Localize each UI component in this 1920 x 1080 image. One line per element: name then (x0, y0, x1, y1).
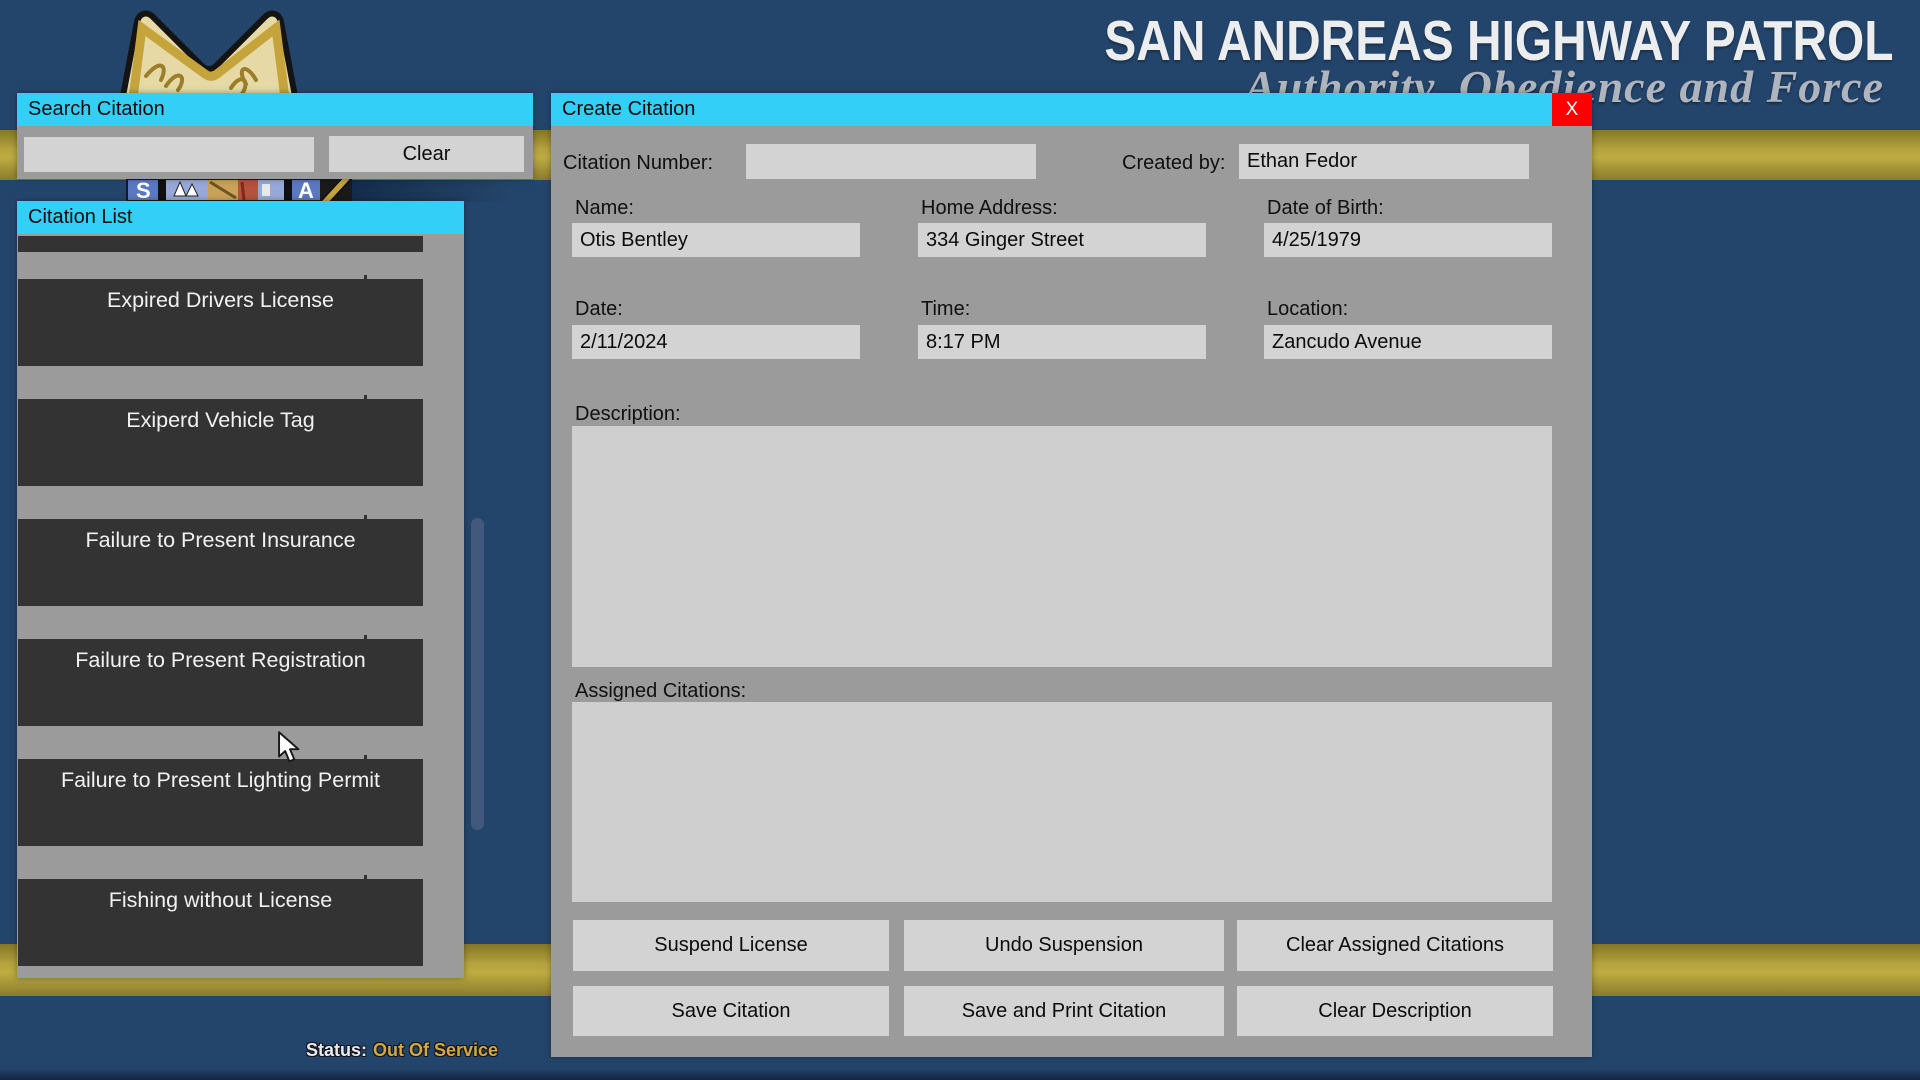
date-input[interactable] (572, 325, 860, 359)
citation-list-scrollbar-thumb[interactable] (471, 518, 484, 830)
desktop-background: SAN ANDREAS HIGHWAY PATROL Authority, Ob… (0, 0, 1920, 1080)
panel-gap-shadow (352, 180, 534, 202)
list-item[interactable]: Fishing without License (18, 879, 423, 966)
location-input[interactable] (1264, 325, 1552, 359)
created-by-label: Created by: (1122, 152, 1225, 175)
description-label: Description: (575, 403, 681, 426)
suspend-license-button[interactable]: Suspend License (573, 920, 889, 971)
svg-text:A: A (298, 178, 314, 203)
name-label: Name: (575, 197, 634, 220)
search-citation-panel-title: Search Citation (17, 93, 533, 126)
citation-number-input[interactable] (746, 144, 1036, 179)
date-of-birth-label: Date of Birth: (1267, 197, 1384, 220)
name-input[interactable] (572, 223, 860, 257)
search-citation-panel: Search Citation Clear (17, 93, 533, 179)
clear-search-button[interactable]: Clear (329, 136, 524, 172)
assigned-citations-listbox[interactable] (572, 702, 1552, 902)
citation-number-label: Citation Number: (563, 152, 713, 175)
assigned-citations-label: Assigned Citations: (575, 680, 746, 703)
mouse-cursor (276, 731, 304, 770)
status-label: Status: (306, 1040, 367, 1060)
list-item[interactable]: Failure to Present Insurance (18, 519, 423, 606)
home-address-input[interactable] (918, 223, 1206, 257)
save-and-print-citation-button[interactable]: Save and Print Citation (904, 986, 1224, 1036)
date-of-birth-input[interactable] (1264, 223, 1552, 257)
location-label: Location: (1267, 298, 1348, 321)
svg-text:S: S (136, 178, 151, 203)
created-by-input[interactable] (1239, 144, 1529, 179)
list-item[interactable]: Failure to Present Lighting Permit (18, 759, 423, 846)
create-citation-window-title: Create Citation (551, 93, 1592, 126)
list-item[interactable]: Expired Drivers License (18, 279, 423, 366)
clear-assigned-citations-button[interactable]: Clear Assigned Citations (1237, 920, 1553, 971)
home-address-label: Home Address: (921, 197, 1058, 220)
list-item-partial[interactable] (18, 236, 423, 252)
save-citation-button[interactable]: Save Citation (573, 986, 889, 1036)
description-textarea[interactable] (572, 426, 1552, 667)
bottom-vignette (0, 1068, 1920, 1080)
time-input[interactable] (918, 325, 1206, 359)
citation-list-panel-title: Citation List (17, 201, 464, 234)
list-item[interactable]: Exiperd Vehicle Tag (18, 399, 423, 486)
clear-description-button[interactable]: Clear Description (1237, 986, 1553, 1036)
list-item[interactable]: Failure to Present Registration (18, 639, 423, 726)
citation-list-panel: Citation List Expired Drivers License Ex… (17, 201, 464, 978)
undo-suspension-button[interactable]: Undo Suspension (904, 920, 1224, 971)
date-label: Date: (575, 298, 623, 321)
status-value: Out Of Service (373, 1040, 498, 1060)
close-window-button[interactable]: X (1552, 93, 1592, 126)
search-input[interactable] (24, 137, 314, 172)
status-bar: Status: Out Of Service (306, 1040, 498, 1061)
time-label: Time: (921, 298, 970, 321)
create-citation-window: Create Citation X Citation Number: Creat… (551, 93, 1592, 1057)
